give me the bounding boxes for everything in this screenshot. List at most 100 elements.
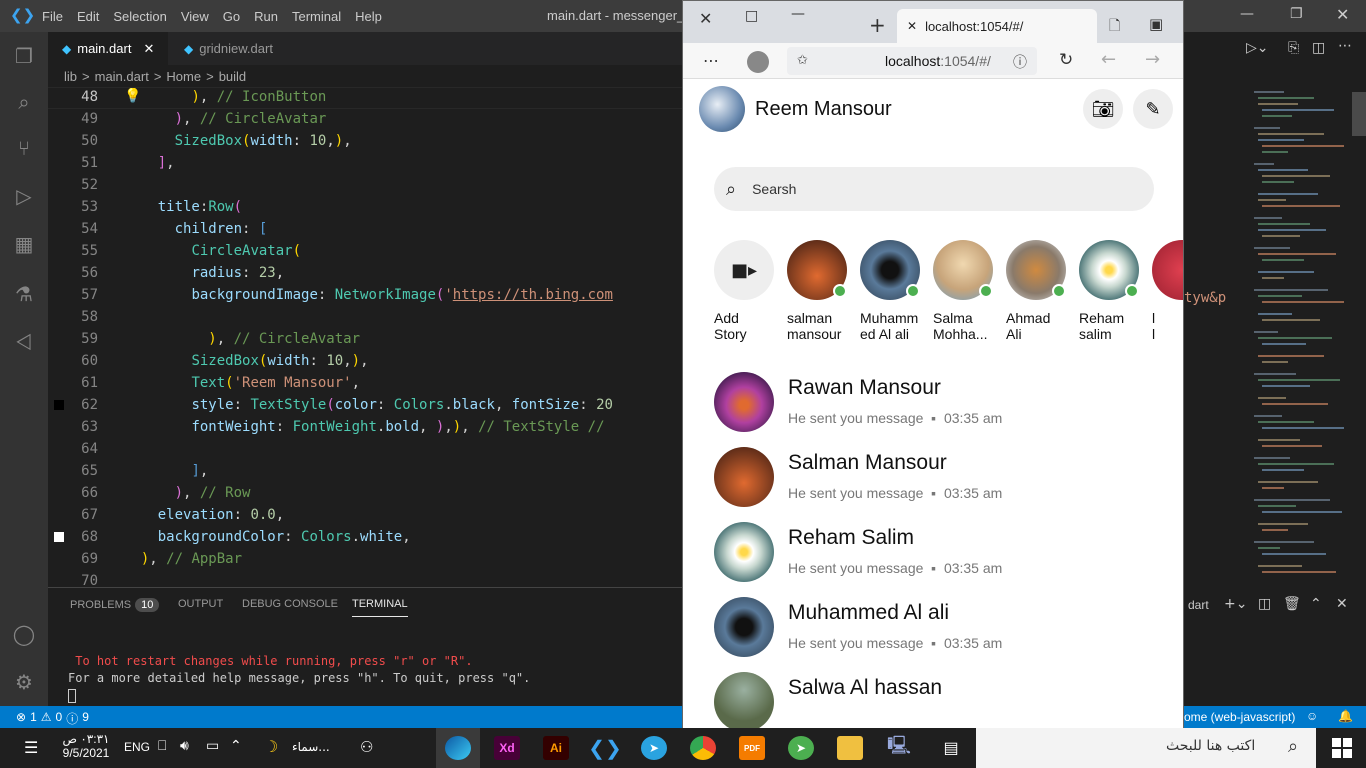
search-field[interactable]: ⌕ Searsh: [714, 167, 1154, 211]
panel-tab-problems[interactable]: PROBLEMS 10: [70, 598, 160, 612]
account-icon[interactable]: ◯: [12, 622, 36, 646]
story-item[interactable]: Muhamm ed Al ali: [860, 240, 930, 342]
star-icon[interactable]: ✩: [797, 52, 808, 68]
minimize-browser-icon[interactable]: —: [791, 6, 805, 22]
site-info-icon[interactable]: ⓘ: [1013, 52, 1027, 72]
camera-button[interactable]: 📷︎: [1083, 89, 1123, 129]
windows-start-icon[interactable]: [1332, 738, 1352, 758]
volume-icon[interactable]: 🔊︎: [180, 738, 189, 754]
tab-actions-icon[interactable]: ▣: [1149, 15, 1163, 33]
chat-item[interactable]: Reham Salim He sent you message ▪ 03:35 …: [714, 522, 1154, 584]
chrome-icon[interactable]: [690, 736, 716, 760]
breadcrumb-item[interactable]: build: [219, 69, 246, 84]
breadcrumb-item[interactable]: main.dart: [95, 69, 149, 84]
minimize-icon[interactable]: —: [1240, 6, 1254, 22]
source-control-icon[interactable]: ⑂: [12, 136, 36, 160]
menu-terminal[interactable]: Terminal: [292, 9, 341, 24]
new-terminal-icon[interactable]: +⌄: [1224, 596, 1247, 612]
menu-help[interactable]: Help: [355, 9, 382, 24]
story-item[interactable]: salman mansour: [787, 240, 857, 342]
chat-item[interactable]: Salwa Al hassan: [714, 672, 1154, 729]
testing-icon[interactable]: ⚗: [12, 282, 36, 306]
battery-icon[interactable]: ▭: [206, 738, 219, 754]
code-editor[interactable]: 48 49 50 51 52 53 54 55 56 57 58 59 60 6…: [48, 87, 682, 587]
menu-edit[interactable]: Edit: [77, 9, 99, 24]
new-tab-icon[interactable]: +: [869, 13, 886, 37]
show-hidden-icon[interactable]: ⌃: [230, 738, 242, 754]
terminal-cursor[interactable]: [68, 689, 76, 703]
more-actions-icon[interactable]: ⋯: [1338, 38, 1352, 54]
story-item[interactable]: Salma Mohha...: [933, 240, 1003, 342]
split-terminal-icon[interactable]: ◫: [1258, 596, 1271, 612]
tab-gridniew-dart[interactable]: ◆ gridniew.dart: [168, 32, 298, 65]
clock[interactable]: ٠٣:٣١ ص 9/5/2021: [60, 732, 112, 760]
url-field[interactable]: ✩ localhost:1054/#/ ⓘ: [787, 47, 1037, 75]
pdf-app-icon[interactable]: PDF: [739, 736, 765, 760]
story-item[interactable]: Ahmad Ali: [1006, 240, 1076, 342]
search-icon[interactable]: ⌕: [12, 90, 36, 114]
page-icon[interactable]: 🗋: [1109, 15, 1120, 39]
back-icon[interactable]: ←: [1101, 49, 1116, 70]
menu-view[interactable]: View: [181, 9, 209, 24]
menu-go[interactable]: Go: [223, 9, 240, 24]
menu-run[interactable]: Run: [254, 9, 278, 24]
breadcrumb-item[interactable]: Home: [166, 69, 201, 84]
task-view-icon[interactable]: ▤: [938, 736, 964, 760]
close-window-icon[interactable]: ✕: [1336, 5, 1349, 24]
computer-icon[interactable]: 🖳: [886, 735, 912, 760]
notifications-icon[interactable]: 🔔: [1338, 709, 1353, 723]
adobe-xd-icon[interactable]: Xd: [494, 736, 520, 760]
language-indicator[interactable]: ENG: [124, 740, 150, 754]
telegram-icon[interactable]: ➤: [641, 736, 667, 760]
send-app-icon[interactable]: ➤: [788, 736, 814, 760]
problems-status[interactable]: ⊗ 1 ⚠ 0 ⓘ 9: [16, 710, 89, 727]
run-dropdown-icon[interactable]: ▷⌄: [1246, 40, 1269, 56]
extensions-icon[interactable]: ▦: [12, 232, 36, 256]
file-explorer-icon[interactable]: [837, 736, 863, 760]
restore-icon[interactable]: ❐: [1290, 6, 1303, 22]
panel-tab-terminal[interactable]: TERMINAL: [352, 598, 408, 617]
menu-file[interactable]: File: [42, 9, 63, 24]
maximize-browser-icon[interactable]: □: [745, 8, 758, 24]
trash-icon[interactable]: 🗑: [1283, 596, 1301, 612]
weather-text[interactable]: سماء...: [292, 740, 330, 754]
panel-tab-debug-console[interactable]: DEBUG CONSOLE: [242, 598, 338, 610]
notification-center-icon[interactable]: ☰: [24, 738, 38, 757]
open-changes-icon[interactable]: ⎘: [1288, 40, 1299, 56]
adobe-illustrator-icon[interactable]: Ai: [543, 736, 569, 760]
refresh-icon[interactable]: ↻: [1059, 50, 1073, 70]
close-tab-icon[interactable]: ✕: [143, 41, 154, 57]
close-browser-icon[interactable]: ✕: [699, 9, 712, 28]
story-item[interactable]: ■▸ Add Story: [714, 240, 784, 342]
minimap[interactable]: [1244, 88, 1354, 588]
settings-gear-icon[interactable]: ⚙: [12, 670, 36, 694]
forward-icon[interactable]: →: [1145, 49, 1160, 70]
feedback-icon[interactable]: ☺: [1306, 709, 1318, 723]
story-item[interactable]: ll: [1152, 240, 1183, 342]
profile-avatar[interactable]: [699, 86, 745, 132]
explorer-icon[interactable]: ❐: [12, 44, 36, 68]
profile-icon[interactable]: [747, 51, 769, 73]
run-debug-icon[interactable]: ▷: [12, 184, 36, 208]
story-item[interactable]: Reham salim: [1079, 240, 1149, 342]
scrollbar-thumb[interactable]: [1352, 92, 1366, 136]
vscode-icon[interactable]: ❮❯: [588, 736, 622, 760]
close-tab-icon[interactable]: ✕: [907, 19, 917, 33]
device-status[interactable]: ome (web-javascript): [1184, 710, 1295, 724]
breadcrumb-item[interactable]: lib: [64, 69, 77, 84]
people-icon[interactable]: ⚇: [360, 738, 373, 756]
chat-item[interactable]: Muhammed Al ali He sent you message ▪ 03…: [714, 597, 1154, 659]
network-icon[interactable]: ⎕: [158, 738, 166, 754]
flutter-icon[interactable]: ⨞: [12, 330, 36, 354]
tab-main-dart[interactable]: ◆ main.dart ✕: [48, 32, 168, 65]
split-editor-icon[interactable]: ◫: [1312, 40, 1325, 56]
panel-tab-output[interactable]: OUTPUT: [178, 598, 223, 610]
browser-tab[interactable]: ✕ localhost:1054/#/: [897, 9, 1097, 43]
menu-selection[interactable]: Selection: [113, 9, 166, 24]
add-story-button[interactable]: ■▸: [714, 240, 774, 300]
chat-item[interactable]: Salman Mansour He sent you message ▪ 03:…: [714, 447, 1154, 509]
terminal-dropdown[interactable]: dart: [1188, 598, 1209, 612]
edge-icon[interactable]: [445, 736, 471, 760]
taskbar-search-box[interactable]: اكتب هنا للبحث ⌕: [976, 728, 1316, 768]
chat-item[interactable]: Rawan Mansour He sent you message ▪ 03:3…: [714, 372, 1154, 434]
